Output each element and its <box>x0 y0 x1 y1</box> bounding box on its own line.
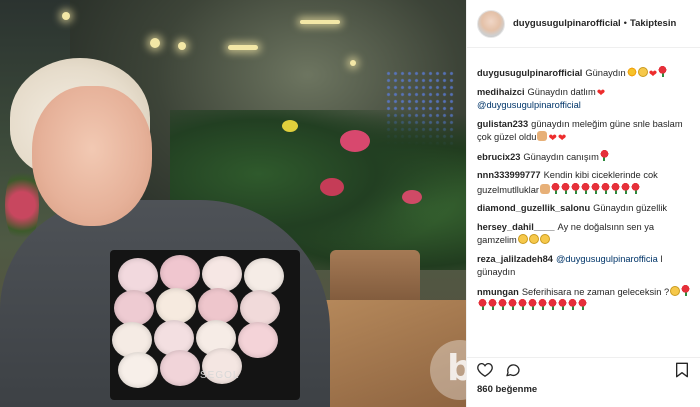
rose-emoji-icon <box>611 182 621 194</box>
rose-emoji-icon <box>528 299 537 310</box>
rose <box>238 322 278 358</box>
rose <box>202 256 242 292</box>
comment-author[interactable]: duygusugulpinarofficial <box>477 68 582 78</box>
heart-emoji-icon: ❤ <box>557 133 567 144</box>
rose-emoji-icon <box>578 299 587 310</box>
pink-flowers <box>340 130 370 152</box>
post-header: duygusugulpinarofficial • Takiptesin <box>467 0 700 48</box>
comment-item: diamond_guzellik_salonu Günaydın güzellik <box>477 202 695 216</box>
yellow-flowers <box>282 120 298 132</box>
rose-emoji-icon <box>621 182 631 194</box>
rose-emoji-icon <box>548 299 557 310</box>
bookmark-icon[interactable] <box>675 362 689 378</box>
smile-emoji-icon <box>528 234 539 244</box>
rose <box>160 350 200 386</box>
rose <box>198 288 238 324</box>
comment-author[interactable]: nmungan <box>477 287 519 297</box>
comment-text: Seferihisara ne zaman geleceksin ? <box>521 286 670 297</box>
comment-author[interactable]: medihaizci <box>477 87 525 97</box>
smile-emoji-icon <box>670 285 681 296</box>
rose-emoji-icon <box>561 182 571 194</box>
comment-text: Günaydın datlım <box>527 86 596 97</box>
rose-emoji-icon <box>488 299 497 310</box>
post-photo[interactable]: SEGOL b <box>0 0 466 407</box>
pink-flowers <box>320 178 344 196</box>
comment-author[interactable]: gulistan233 <box>477 119 528 129</box>
heart-emoji-icon: ❤ <box>596 87 606 99</box>
rose <box>156 288 196 324</box>
comment-item: gulistan233 günaydın meleğim güne snle ba… <box>477 118 695 145</box>
rose-emoji-icon <box>581 182 591 194</box>
background-light <box>228 45 258 50</box>
rose-emoji-icon <box>498 299 507 310</box>
rose-emoji-icon <box>591 182 601 194</box>
smile-emoji-icon <box>637 67 648 77</box>
hands-emoji-icon <box>540 183 551 194</box>
rose-emoji-icon <box>551 182 561 194</box>
smile-emoji-icon <box>539 234 550 244</box>
header-separator: • <box>623 18 627 29</box>
background-light <box>300 20 340 24</box>
comment-mention[interactable]: @duygusugulpinarofficial <box>477 100 581 110</box>
post-side-panel: duygusugulpinarofficial • Takiptesin duy… <box>466 0 700 407</box>
heart-emoji-icon: ❤ <box>548 133 557 144</box>
action-bar <box>467 357 700 379</box>
comments-list: duygusugulpinarofficial Günaydın ❤ medihaiz… <box>477 66 695 356</box>
rose-emoji-icon <box>599 149 609 161</box>
rose-emoji-icon <box>571 182 581 194</box>
like-count[interactable]: 860 beğenme <box>477 384 537 395</box>
pink-flowers <box>402 190 422 204</box>
comment-item: reza_jalilzadeh84 @duygusugulpinarofficia… <box>477 253 695 280</box>
heart-emoji-icon: ❤ <box>648 69 658 80</box>
comment-author[interactable]: hersey_dahil____ <box>477 222 555 232</box>
comment-item: medihaizci Günaydın datlım❤ @duygusugulpin… <box>477 86 695 113</box>
rose-emoji-icon <box>538 299 547 310</box>
rose-emoji-icon <box>681 284 691 296</box>
comment-author[interactable]: ebrucix23 <box>477 152 520 162</box>
background-light <box>62 12 70 20</box>
heart-outline-icon[interactable] <box>477 362 493 377</box>
rose-emoji-icon <box>631 182 641 194</box>
background-light <box>350 60 356 66</box>
rose-emoji-icon <box>508 299 517 310</box>
rose-emoji-icon <box>568 299 577 310</box>
comment-text: Günaydın canışım <box>523 151 599 162</box>
comment-author[interactable]: nnn333999777 <box>477 170 541 180</box>
rose <box>118 352 158 388</box>
rose <box>160 255 200 291</box>
rose-emoji-icon <box>558 299 567 310</box>
rose <box>118 258 158 294</box>
rose <box>114 290 154 326</box>
background-light <box>178 42 186 50</box>
comment-mention[interactable]: @duygusugulpinarofficia <box>556 254 658 264</box>
comment-author[interactable]: diamond_guzellik_salonu <box>477 203 590 213</box>
comment-text: Günaydın güzellik <box>593 203 668 213</box>
hands-emoji-icon <box>537 131 548 141</box>
comment-item: duygusugulpinarofficial Günaydın ❤ <box>477 66 695 81</box>
rose-emoji-icon <box>518 299 527 310</box>
following-button[interactable]: Takiptesin <box>630 18 676 29</box>
rose <box>240 290 280 326</box>
person-face <box>32 86 152 226</box>
speech-bubble-icon[interactable] <box>505 362 521 378</box>
comment-item: hersey_dahil____ Ay ne doğalsınn sen ya g… <box>477 221 695 248</box>
rose-emoji-icon <box>601 182 611 194</box>
header-username[interactable]: duygusugulpinarofficial <box>513 18 621 29</box>
comment-item: nnn333999777 Kendin kibi ciceklerinde cok… <box>477 169 695 197</box>
box-brand-text: SEGOL <box>200 370 240 381</box>
rose-emoji-icon <box>478 299 487 310</box>
rose <box>244 258 284 294</box>
comment-text: Günaydın <box>585 68 626 78</box>
comment-item: nmungan Seferihisara ne zaman geleceksin … <box>477 284 695 314</box>
comment-author[interactable]: reza_jalilzadeh84 <box>477 254 553 264</box>
smile-emoji-icon <box>517 234 528 244</box>
rose-emoji-icon <box>658 66 668 77</box>
background-light <box>150 38 160 48</box>
comment-item: ebrucix23 Günaydın canışım <box>477 149 695 165</box>
avatar[interactable] <box>477 9 505 38</box>
sun-emoji-icon <box>626 67 637 77</box>
